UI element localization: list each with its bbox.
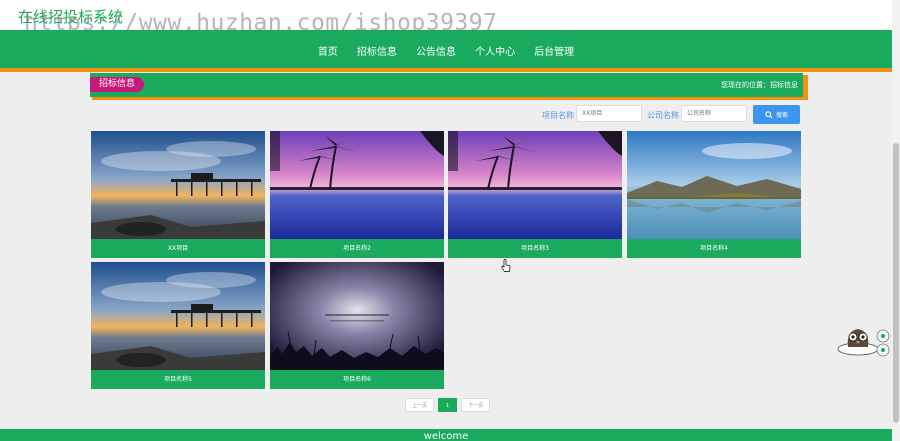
project-image	[91, 131, 265, 239]
project-caption: 项目名称4	[700, 245, 728, 252]
header-accent-line	[0, 68, 892, 72]
project-caption: 项目名称5	[164, 376, 192, 383]
nav-item-admin[interactable]: 后台管理	[534, 43, 574, 58]
prev-page-button[interactable]: 上一页	[405, 398, 435, 412]
hand-cursor-icon	[501, 258, 511, 272]
project-caption: 项目名称3	[521, 245, 549, 252]
project-caption: 项目名称6	[343, 376, 371, 383]
owl-mascot-icon[interactable]	[836, 323, 892, 357]
search-button[interactable]: 搜索	[753, 105, 800, 124]
project-card[interactable]: 项目名称3	[448, 131, 622, 258]
breadcrumb-bar	[90, 73, 803, 97]
company-name-input[interactable]	[681, 105, 747, 122]
project-image	[448, 131, 622, 239]
project-image	[627, 131, 801, 239]
page-1-button[interactable]: 1	[438, 398, 458, 412]
main-nav: 首页 招标信息 公告信息 个人中心 后台管理	[0, 40, 892, 59]
scrollbar-thumb[interactable]	[893, 143, 899, 423]
nav-item-notices[interactable]: 公告信息	[416, 43, 456, 58]
next-page-button[interactable]: 下一页	[461, 398, 491, 412]
company-name-label: 公司名称	[647, 111, 679, 120]
nav-item-profile[interactable]: 个人中心	[475, 43, 515, 58]
search-icon	[765, 110, 773, 119]
project-image	[91, 262, 265, 370]
project-card[interactable]: 项目名称5	[91, 262, 265, 389]
search-button-label: 搜索	[775, 113, 788, 119]
page-scrollbar[interactable]	[892, 0, 900, 441]
project-image	[270, 131, 444, 239]
project-caption: XX项目	[167, 245, 189, 252]
breadcrumb-tag: 招标信息	[90, 77, 145, 92]
project-name-input[interactable]	[576, 105, 642, 122]
footer-text: welcome	[423, 431, 469, 441]
search-row: 项目名称 公司名称 搜索	[540, 105, 802, 125]
breadcrumb-location: 您现在的位置：招标信息	[721, 81, 798, 89]
project-image	[270, 262, 444, 370]
nav-item-tenders[interactable]: 招标信息	[357, 43, 397, 58]
project-name-label: 项目名称	[542, 111, 574, 120]
project-card[interactable]: 项目名称2	[270, 131, 444, 258]
project-card[interactable]: XX项目	[91, 131, 265, 258]
project-card[interactable]: 项目名称4	[627, 131, 801, 258]
nav-item-home[interactable]: 首页	[318, 43, 338, 58]
pagination: 上一页 1 下一页	[405, 398, 494, 412]
project-card[interactable]: 项目名称6	[270, 262, 444, 389]
project-caption: 项目名称2	[343, 245, 371, 252]
